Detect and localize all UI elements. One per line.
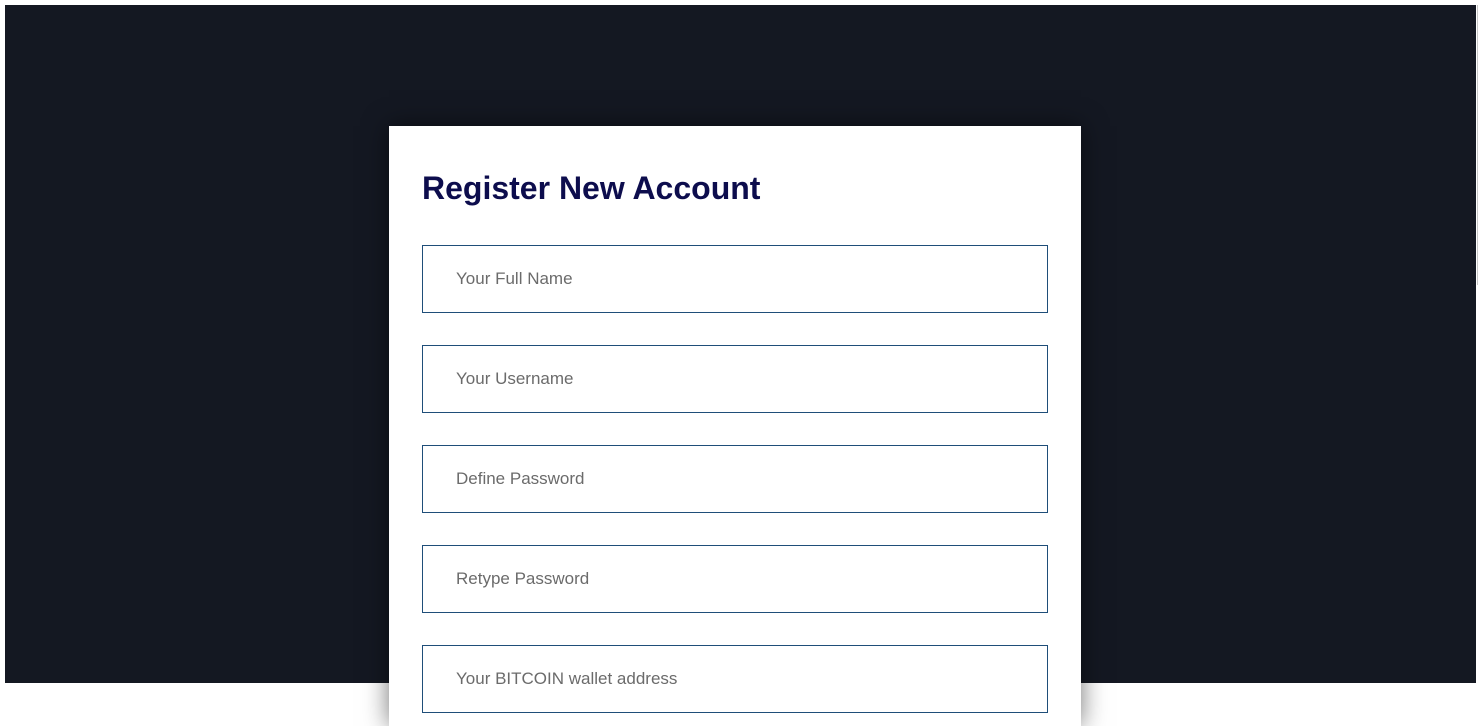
page-title: Register New Account xyxy=(422,170,761,206)
bitcoin-wallet-input[interactable] xyxy=(422,645,1048,713)
scrollbar-edge xyxy=(1477,5,1478,285)
username-input[interactable] xyxy=(422,345,1048,413)
retype-password-input[interactable] xyxy=(422,545,1048,613)
register-card: Register New Account xyxy=(389,126,1081,726)
password-input[interactable] xyxy=(422,445,1048,513)
full-name-input[interactable] xyxy=(422,245,1048,313)
